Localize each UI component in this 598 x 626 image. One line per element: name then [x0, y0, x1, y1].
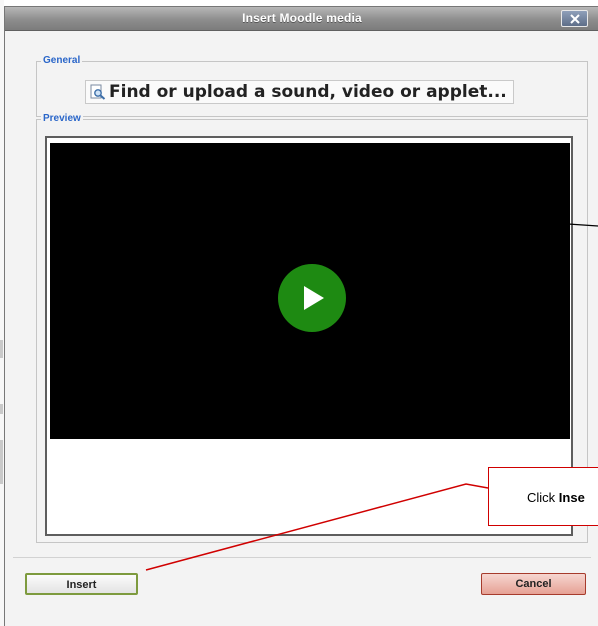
video-player[interactable] [50, 143, 570, 439]
insert-media-dialog: Insert Moodle media General Find or uplo… [4, 6, 598, 626]
play-icon [304, 286, 324, 310]
callout-text: Click Inse [527, 490, 585, 505]
general-fieldset: General Find or upload a sound, video or… [36, 55, 588, 117]
preview-legend: Preview [41, 113, 83, 125]
page-edge-mark [0, 340, 3, 358]
dialog-titlebar: Insert Moodle media [5, 7, 598, 31]
find-or-upload-label: Find or upload a sound, video or applet.… [109, 82, 507, 102]
play-button[interactable] [278, 264, 346, 332]
insert-button[interactable]: Insert [25, 573, 138, 595]
callout-bold-text: Inse [558, 490, 585, 505]
close-icon [570, 14, 580, 24]
search-document-icon [90, 84, 106, 100]
general-legend: General [41, 55, 83, 67]
dialog-title: Insert Moodle media [242, 11, 362, 25]
instruction-callout: Click Inse [488, 467, 598, 526]
close-button[interactable] [561, 10, 588, 27]
footer-divider [13, 557, 591, 558]
cancel-button[interactable]: Cancel [481, 573, 586, 595]
find-or-upload-link[interactable]: Find or upload a sound, video or applet.… [85, 80, 514, 104]
page-edge-mark [0, 404, 3, 414]
page-edge-mark [0, 440, 3, 484]
callout-prefix: Click [527, 490, 559, 505]
